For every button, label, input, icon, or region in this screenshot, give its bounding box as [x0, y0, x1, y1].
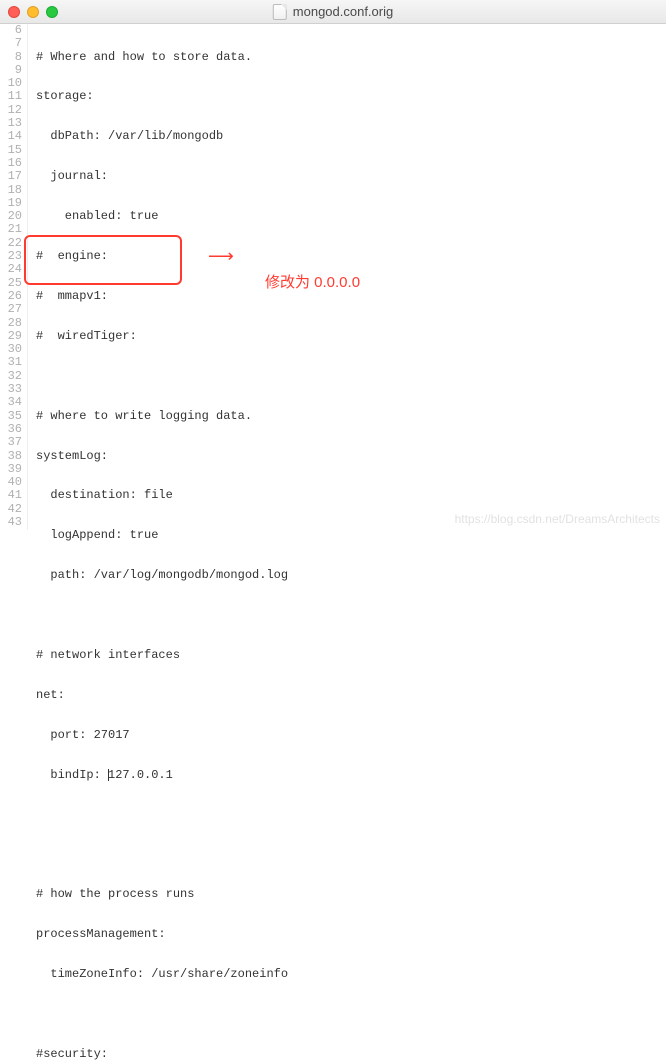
traffic-lights	[8, 6, 58, 18]
code-line: storage:	[36, 90, 666, 103]
code-line: timeZoneInfo: /usr/share/zoneinfo	[36, 968, 666, 981]
code-line	[36, 809, 666, 822]
line-number: 37	[0, 436, 22, 449]
line-number: 15	[0, 144, 22, 157]
line-number: 8	[0, 51, 22, 64]
code-line: # how the process runs	[36, 888, 666, 901]
line-number: 27	[0, 303, 22, 316]
line-number: 36	[0, 423, 22, 436]
code-line: port: 27017	[36, 729, 666, 742]
line-number: 43	[0, 516, 22, 529]
line-number: 38	[0, 450, 22, 463]
line-number: 39	[0, 463, 22, 476]
line-number: 31	[0, 356, 22, 369]
code-line	[36, 370, 666, 383]
line-number: 25	[0, 277, 22, 290]
window-title: mongod.conf.orig	[273, 4, 393, 20]
code-line: # engine:	[36, 250, 666, 263]
title-text: mongod.conf.orig	[293, 4, 393, 19]
line-number: 32	[0, 370, 22, 383]
code-line: bindIp: 127.0.0.1	[36, 769, 666, 782]
line-number: 13	[0, 117, 22, 130]
maximize-button[interactable]	[46, 6, 58, 18]
minimize-button[interactable]	[27, 6, 39, 18]
line-number: 9	[0, 64, 22, 77]
line-number: 24	[0, 263, 22, 276]
code-line	[36, 1008, 666, 1021]
close-button[interactable]	[8, 6, 20, 18]
code-line: # wiredTiger:	[36, 330, 666, 343]
line-number: 11	[0, 90, 22, 103]
line-number: 21	[0, 223, 22, 236]
line-number: 12	[0, 104, 22, 117]
code-line: journal:	[36, 170, 666, 183]
line-number: 7	[0, 37, 22, 50]
code-line: destination: file	[36, 489, 666, 502]
code-area[interactable]: # Where and how to store data. storage: …	[28, 24, 666, 530]
line-number: 34	[0, 396, 22, 409]
code-line: # where to write logging data.	[36, 410, 666, 423]
line-number: 16	[0, 157, 22, 170]
code-line: enabled: true	[36, 210, 666, 223]
code-line	[36, 609, 666, 622]
code-line: # Where and how to store data.	[36, 51, 666, 64]
line-number: 18	[0, 184, 22, 197]
line-number: 35	[0, 410, 22, 423]
code-line: net:	[36, 689, 666, 702]
code-line: # mmapv1:	[36, 290, 666, 303]
line-number: 33	[0, 383, 22, 396]
annotation-text: 修改为 0.0.0.0	[265, 276, 360, 289]
line-number: 40	[0, 476, 22, 489]
code-line: dbPath: /var/lib/mongodb	[36, 130, 666, 143]
code-line: #security:	[36, 1048, 666, 1060]
line-number: 6	[0, 24, 22, 37]
line-number: 30	[0, 343, 22, 356]
line-number: 26	[0, 290, 22, 303]
line-number: 22	[0, 237, 22, 250]
line-number: 14	[0, 130, 22, 143]
code-line: # network interfaces	[36, 649, 666, 662]
line-number: 41	[0, 489, 22, 502]
line-number: 19	[0, 197, 22, 210]
line-number: 42	[0, 503, 22, 516]
line-number: 23	[0, 250, 22, 263]
document-icon	[273, 4, 287, 20]
line-number: 29	[0, 330, 22, 343]
line-number-gutter: 6789101112131415161718192021222324252627…	[0, 24, 28, 530]
line-number: 17	[0, 170, 22, 183]
line-number: 20	[0, 210, 22, 223]
line-number: 10	[0, 77, 22, 90]
window-titlebar: mongod.conf.orig	[0, 0, 666, 24]
code-line: path: /var/log/mongodb/mongod.log	[36, 569, 666, 582]
code-line: logAppend: true	[36, 529, 666, 542]
code-line	[36, 848, 666, 861]
code-line: systemLog:	[36, 450, 666, 463]
line-number: 28	[0, 317, 22, 330]
text-editor[interactable]: 6789101112131415161718192021222324252627…	[0, 24, 666, 530]
code-line: processManagement:	[36, 928, 666, 941]
